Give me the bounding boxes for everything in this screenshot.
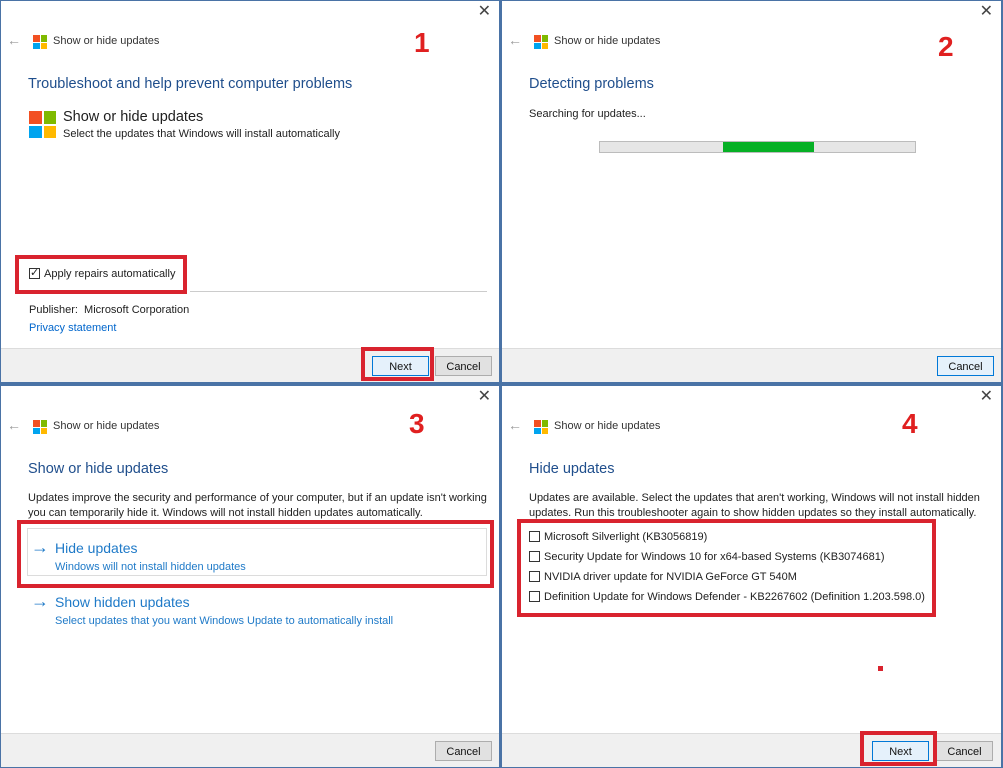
back-arrow-icon[interactable]: ← [508, 417, 522, 433]
window-title: Show or hide updates [554, 420, 661, 432]
cancel-button[interactable]: Cancel [936, 741, 993, 761]
intro-text: Updates are available. Select the update… [529, 492, 980, 519]
app-name: Show or hide updates [63, 109, 204, 125]
step-number: 1 [414, 27, 430, 58]
checkbox-icon[interactable] [29, 266, 40, 279]
step-number: 4 [902, 408, 918, 439]
windows-logo-icon [33, 35, 47, 49]
option-subtitle: Select updates that you want Windows Upd… [55, 615, 394, 627]
publisher-row: Publisher: Microsoft Corporation [29, 304, 189, 316]
divider [190, 291, 487, 292]
panel-step-2: ✕ ← Show or hide updates 2 Detecting pro… [502, 1, 1001, 382]
highlight-box [860, 731, 937, 766]
cancel-button[interactable]: Cancel [435, 741, 492, 761]
page-heading: Detecting problems [529, 76, 654, 92]
panel-step-1: ✕ ← Show or hide updates 1 Troubleshoot … [1, 1, 499, 382]
page-heading: Hide updates [529, 461, 615, 477]
close-icon[interactable]: ✕ [980, 3, 993, 21]
windows-logo-icon [534, 35, 548, 49]
page-heading: Show or hide updates [28, 461, 169, 477]
app-description: Select the updates that Windows will ins… [63, 128, 340, 140]
step-number: 2 [938, 31, 954, 62]
page-heading: Troubleshoot and help prevent computer p… [28, 76, 353, 92]
publisher-value: Microsoft Corporation [84, 304, 190, 316]
arrow-right-icon: → [31, 591, 49, 611]
highlight-box [17, 520, 494, 588]
publisher-label: Publisher: [29, 304, 78, 316]
windows-logo-icon [33, 420, 47, 434]
windows-logo-icon [534, 420, 548, 434]
highlight-box [517, 519, 936, 617]
apply-repairs-checkbox[interactable]: Apply repairs automatically [29, 266, 176, 280]
privacy-statement-link[interactable]: Privacy statement [29, 322, 116, 334]
footer-bar: Cancel [502, 348, 1001, 382]
cancel-button[interactable]: Cancel [937, 356, 994, 376]
intro-text: Updates improve the security and perform… [28, 492, 487, 519]
cancel-button[interactable]: Cancel [435, 356, 492, 376]
footer-bar: Cancel [1, 733, 499, 767]
progress-bar [599, 141, 916, 153]
close-icon[interactable]: ✕ [980, 388, 993, 406]
close-icon[interactable]: ✕ [478, 3, 491, 21]
highlight-box [361, 347, 434, 381]
back-arrow-icon[interactable]: ← [7, 32, 21, 48]
red-dot [878, 666, 883, 671]
close-icon[interactable]: ✕ [478, 388, 491, 406]
back-arrow-icon[interactable]: ← [508, 32, 522, 48]
window-title: Show or hide updates [53, 35, 160, 47]
option-title: Show hidden updates [55, 594, 190, 610]
progress-fill [722, 142, 815, 152]
status-text: Searching for updates... [529, 108, 646, 120]
troubleshooter-icon [29, 111, 56, 138]
step-number: 3 [409, 408, 425, 439]
window-title: Show or hide updates [554, 35, 661, 47]
checkbox-label: Apply repairs automatically [44, 268, 176, 280]
panel-step-3: ✕ ← Show or hide updates 3 Show or hide … [1, 386, 499, 767]
back-arrow-icon[interactable]: ← [7, 417, 21, 433]
window-title: Show or hide updates [53, 420, 160, 432]
panel-step-4: ✕ ← Show or hide updates 4 Hide updates … [502, 386, 1001, 767]
